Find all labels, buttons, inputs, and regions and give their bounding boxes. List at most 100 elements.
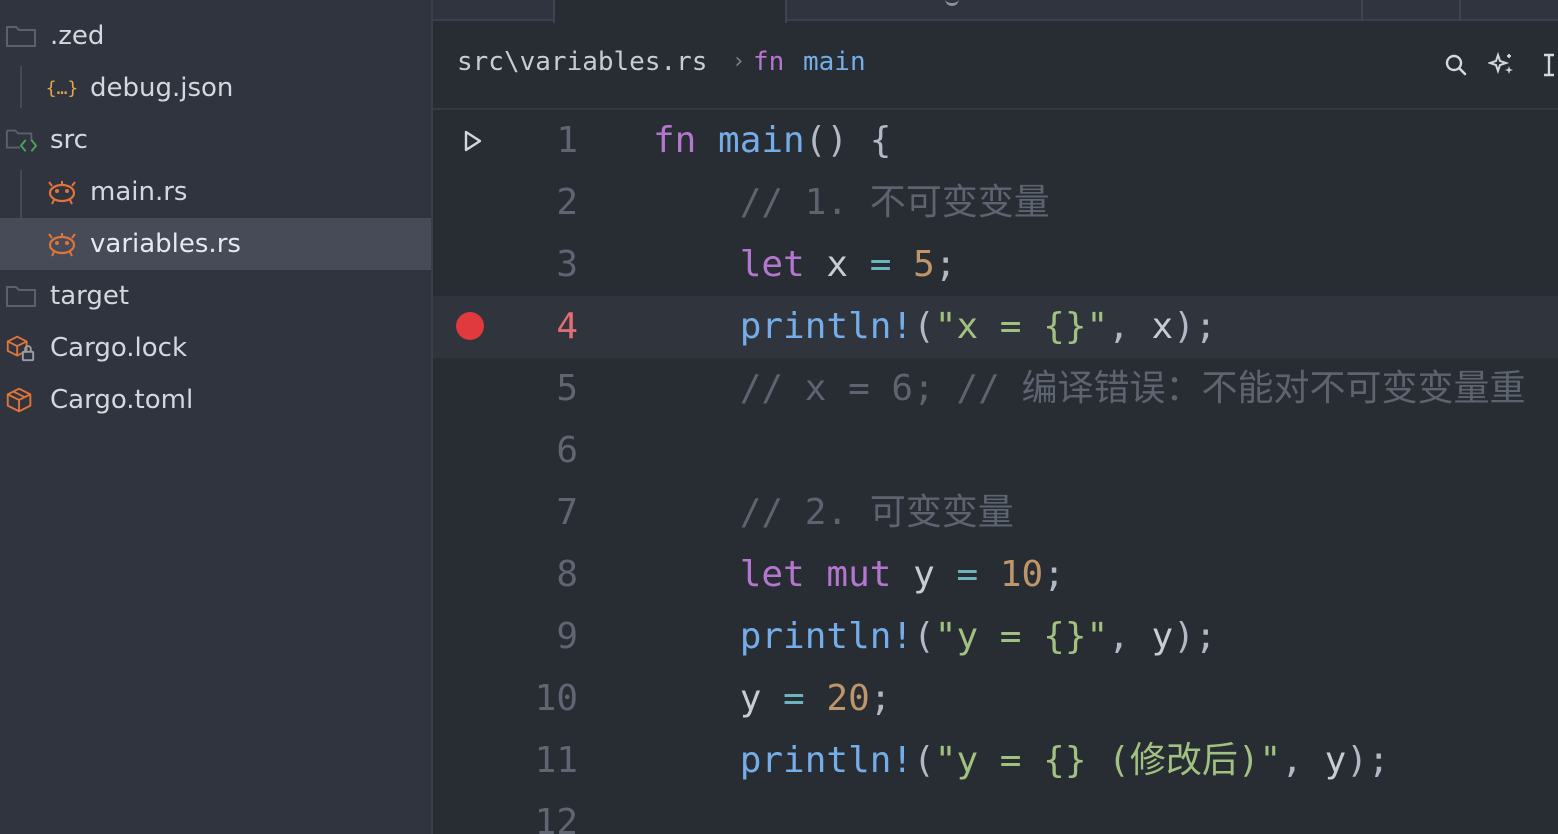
code-text: fn main() {	[653, 110, 891, 172]
tab-variables-rs[interactable]	[553, 0, 787, 23]
code-line[interactable]: 9 println!("y = {}", y);	[433, 606, 1558, 668]
tree-item-zed-folder[interactable]: .zed	[0, 10, 431, 62]
code-token: // 2. 可变变量	[653, 492, 1014, 533]
code-token: ,	[1108, 306, 1152, 347]
tree-item-main-rs[interactable]: main.rs	[0, 166, 431, 218]
tree-item-label: .zed	[50, 21, 105, 51]
search-icon[interactable]	[1440, 49, 1472, 81]
line-number: 12	[534, 802, 578, 834]
code-token: y	[653, 678, 784, 719]
code-text: // 1. 不可变变量	[653, 172, 1050, 234]
code-text: println!("y = {} (修改后)", y);	[653, 730, 1390, 792]
breadcrumb-symbol-kind[interactable]: fn	[753, 47, 784, 77]
tree-item-src-folder[interactable]: src	[0, 114, 431, 166]
code-token: =	[869, 244, 892, 285]
assistant-sparkle-icon[interactable]	[1486, 49, 1518, 81]
code-token: (	[913, 306, 935, 347]
breadcrumb: src\variables.rs › fn main	[433, 23, 1558, 110]
code-token: ;	[1043, 554, 1065, 595]
code-line[interactable]: 10 y = 20;	[433, 668, 1558, 730]
line-number: 7	[556, 492, 578, 533]
tree-item-debug-json[interactable]: {…} debug.json	[0, 62, 431, 114]
code-token: () {	[804, 120, 892, 161]
text-cursor-icon[interactable]	[1533, 49, 1558, 81]
code-token: let	[739, 244, 805, 285]
code-token: =	[956, 554, 979, 595]
code-line[interactable]: 8 let mut y = 10;	[433, 544, 1558, 606]
code-token: 5	[913, 244, 935, 285]
line-number: 9	[556, 616, 578, 657]
code-token: println!	[739, 306, 914, 347]
line-number: 2	[556, 182, 578, 223]
code-text: // x = 6; // 编译错误：不能对不可变变量重	[653, 358, 1526, 420]
tree-item-label: Cargo.toml	[50, 385, 194, 415]
tree-item-label: main.rs	[90, 177, 188, 207]
tree-item-target-folder[interactable]: target	[0, 270, 431, 322]
code-token: );	[1173, 616, 1217, 657]
code-text: y = 20;	[653, 668, 892, 730]
code-line[interactable]: 7 // 2. 可变变量	[433, 482, 1558, 544]
code-line[interactable]: 12	[433, 792, 1558, 834]
code-line[interactable]: 6	[433, 420, 1558, 482]
code-line[interactable]: 4 println!("x = {}", x);	[433, 296, 1558, 358]
project-panel: .zed {…} debug.json src main.rs variable…	[0, 0, 431, 834]
code-line[interactable]: 2 // 1. 不可变变量	[433, 172, 1558, 234]
code-token: x	[804, 244, 870, 285]
tree-item-label: Cargo.lock	[50, 333, 188, 363]
code-token: "y = {}"	[934, 616, 1109, 657]
tab-text-fragment	[945, 0, 959, 6]
line-number: 5	[556, 368, 578, 409]
cargo-icon	[4, 386, 36, 414]
code-token: main	[696, 120, 805, 161]
line-number: 3	[556, 244, 578, 285]
code-line[interactable]: 3 let x = 5;	[433, 234, 1558, 296]
breadcrumb-path[interactable]: src\variables.rs	[457, 47, 707, 77]
code-token: println!	[739, 740, 914, 781]
tree-item-label: target	[50, 281, 130, 311]
code-token: (	[913, 740, 935, 781]
code-token: "y = {} (修改后)"	[934, 740, 1282, 781]
json-icon: {…}	[46, 74, 78, 102]
tree-item-label: variables.rs	[90, 229, 241, 259]
line-number: 8	[556, 554, 578, 595]
rust-icon	[46, 178, 78, 206]
line-number: 11	[534, 740, 578, 781]
code-token: x	[1151, 306, 1174, 347]
tab-separator	[1459, 0, 1461, 21]
code-editor[interactable]: 1 fn main() {2 // 1. 不可变变量 3 let x = 5; 4 p…	[433, 110, 1558, 834]
code-token: ,	[1108, 616, 1152, 657]
code-text: // 2. 可变变量	[653, 482, 1014, 544]
code-token: 10	[999, 554, 1044, 595]
tree-item-variables-rs[interactable]: variables.rs	[0, 218, 431, 270]
code-line[interactable]: 11 println!("y = {} (修改后)", y);	[433, 730, 1558, 792]
code-token: // x = 6; // 编译错误：不能对不可变变量重	[653, 368, 1526, 409]
code-token: );	[1346, 740, 1390, 781]
cargo-lock-icon	[4, 334, 36, 362]
breadcrumb-symbol-name[interactable]: main	[803, 47, 866, 77]
code-token: // 1. 不可变变量	[653, 182, 1050, 223]
code-text: println!("y = {}", y);	[653, 606, 1217, 668]
tree-item-label: debug.json	[90, 73, 234, 103]
code-token: );	[1173, 306, 1217, 347]
code-token: y	[1324, 740, 1347, 781]
tree-item-label: src	[50, 125, 88, 155]
line-number: 10	[534, 678, 578, 719]
tree-item-cargo-toml[interactable]: Cargo.toml	[0, 374, 431, 426]
line-number: 4	[556, 306, 578, 347]
tree-item-cargo-lock[interactable]: Cargo.lock	[0, 322, 431, 374]
code-line[interactable]: 1 fn main() {	[433, 110, 1558, 172]
folder-icon	[5, 22, 37, 50]
rust-icon	[46, 230, 78, 258]
code-text: println!("x = {}", x);	[653, 296, 1217, 358]
code-token: y	[1151, 616, 1174, 657]
code-line[interactable]: 5 // x = 6; // 编译错误：不能对不可变变量重	[433, 358, 1558, 420]
code-token: fn	[653, 120, 697, 161]
